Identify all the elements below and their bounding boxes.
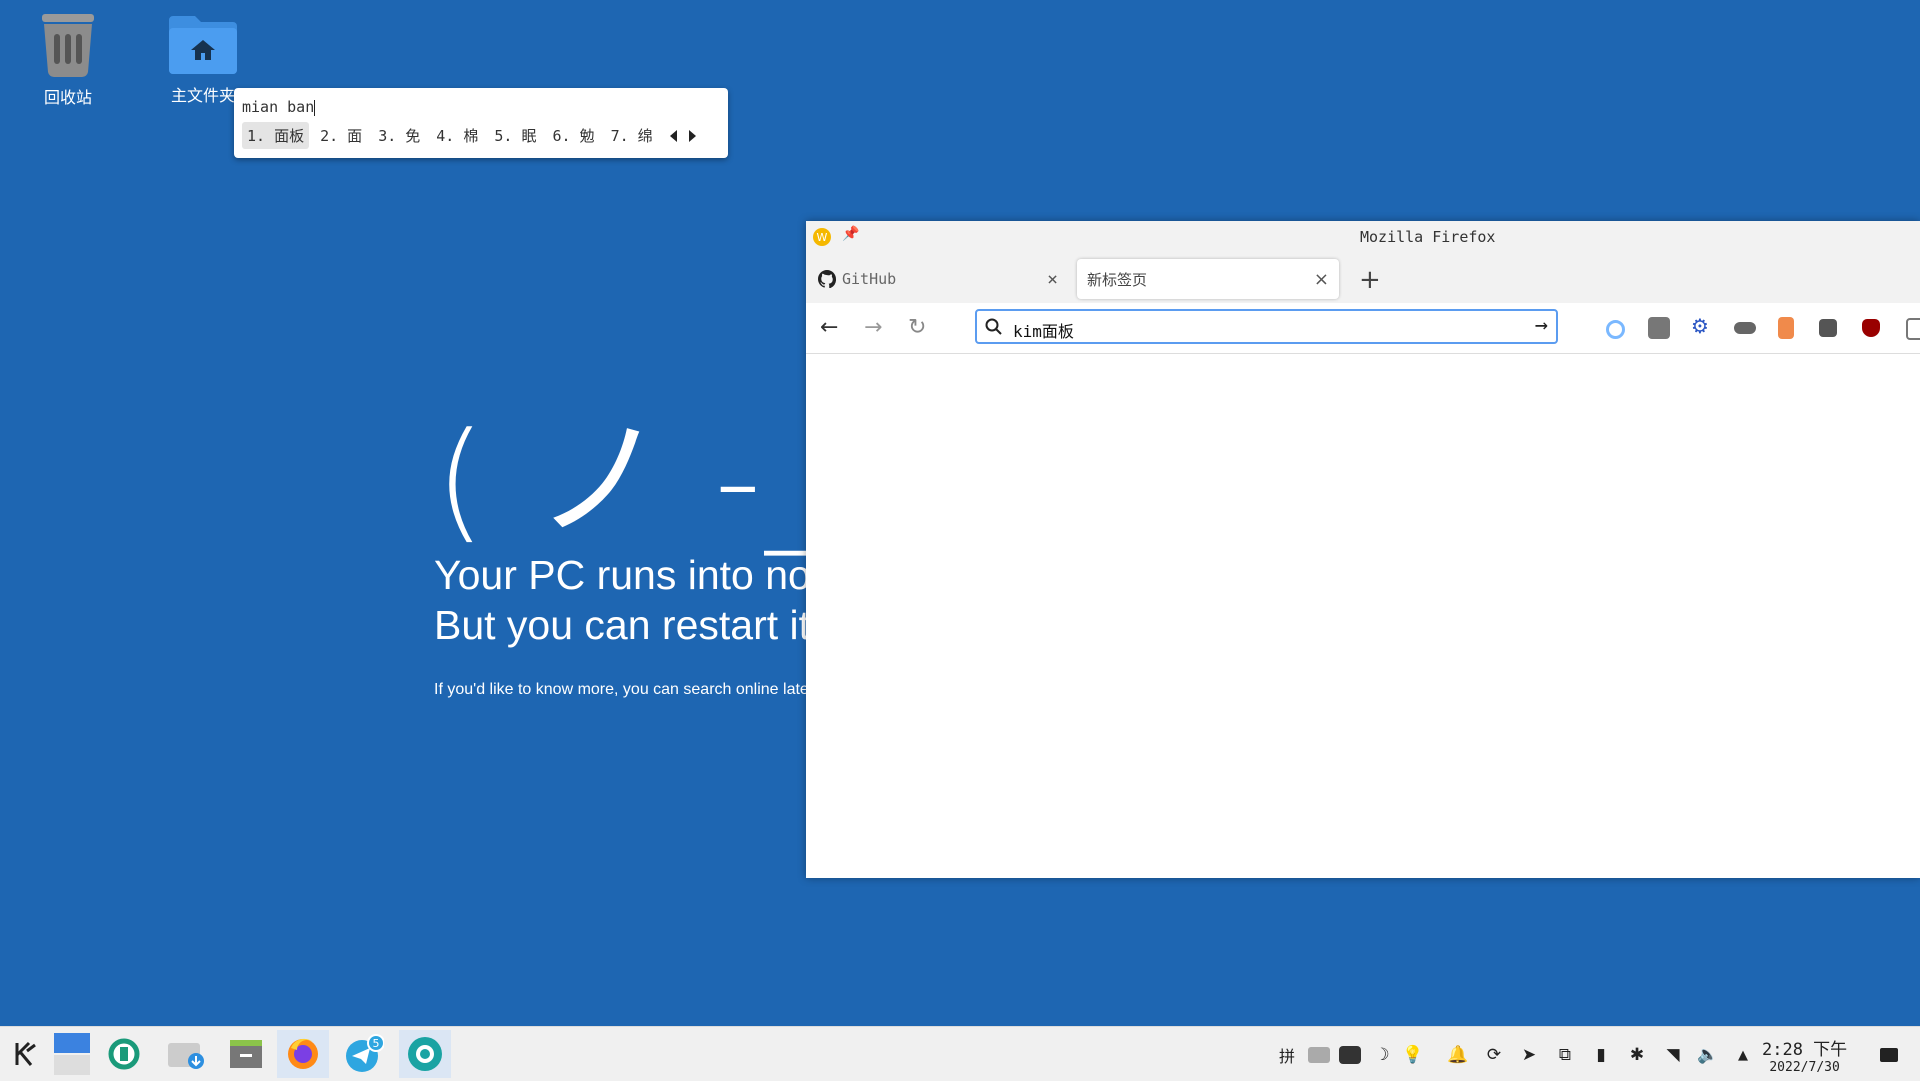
tab-new-tab[interactable]: 新标签页 × xyxy=(1077,259,1339,299)
close-tab-icon[interactable]: × xyxy=(1314,269,1329,290)
ime-candidate[interactable]: 6. 勉 xyxy=(547,122,599,149)
wallpaper-line-1: Your PC runs into no xyxy=(434,552,811,598)
reload-button[interactable]: ↻ xyxy=(908,315,926,340)
clock-time: 2:28 下午 xyxy=(1762,1040,1848,1060)
ime-prev-page-icon[interactable] xyxy=(669,129,677,142)
wallpaper-small-text: If you'd like to know more, you can sear… xyxy=(434,681,815,698)
bell-icon[interactable]: 🔔 xyxy=(1447,1044,1469,1066)
ghost-extension-icon[interactable] xyxy=(1648,317,1670,339)
circle-extension-icon[interactable] xyxy=(1606,320,1625,339)
back-button[interactable]: ← xyxy=(820,315,838,340)
ime-preedit: mian ban xyxy=(242,98,316,116)
telegram-icon[interactable]: 5 xyxy=(338,1030,390,1078)
trash-label: 回收站 xyxy=(43,88,92,107)
overflow-icon[interactable] xyxy=(1906,318,1920,340)
github-icon xyxy=(818,270,836,288)
ime-candidate[interactable]: 2. 面 xyxy=(315,122,367,149)
pin-icon[interactable]: 📌 xyxy=(842,226,859,242)
bulb-icon[interactable]: 💡 xyxy=(1402,1044,1424,1066)
chat-icon[interactable] xyxy=(1339,1046,1361,1064)
close-tab-icon[interactable]: × xyxy=(1047,269,1058,290)
url-bar[interactable]: kim面板 → xyxy=(975,309,1558,344)
clock[interactable]: 2:28 下午 2022/7/30 xyxy=(1762,1035,1847,1075)
ime-candidate[interactable]: 4. 棉 xyxy=(431,122,483,149)
svg-text:W: W xyxy=(817,231,828,244)
downloads-icon[interactable] xyxy=(160,1030,212,1078)
download-extension-icon[interactable] xyxy=(1819,319,1837,337)
bluetooth-icon[interactable]: ✱ xyxy=(1626,1044,1648,1066)
tab-label: GitHub xyxy=(842,270,897,288)
firefox-window: W 📌 Mozilla Firefox GitHub × 新标签页 × + ← … xyxy=(806,221,1920,878)
trash-extension-icon[interactable] xyxy=(1778,317,1794,339)
ime-candidate-popup: mian ban 1. 面板 2. 面 3. 免 4. 棉 5. 眠 6. 勉 … xyxy=(234,88,728,158)
window-menu-icon[interactable]: W xyxy=(812,227,832,247)
navigation-toolbar: ← → ↻ kim面板 → ⚙ xyxy=(806,303,1920,354)
ime-preedit-text: mian ban xyxy=(242,98,315,116)
tab-label: 新标签页 xyxy=(1087,270,1148,289)
volume-icon[interactable]: 🔈 xyxy=(1697,1044,1719,1066)
page-content xyxy=(806,354,1920,878)
ime-next-page-icon[interactable] xyxy=(688,129,696,142)
show-desktop-icon[interactable] xyxy=(1880,1048,1898,1062)
clipboard-icon[interactable]: ⧉ xyxy=(1554,1044,1576,1066)
file-manager-icon[interactable] xyxy=(220,1030,272,1078)
telegram-tray-icon[interactable]: ➤ xyxy=(1518,1044,1540,1066)
settings-icon[interactable] xyxy=(399,1030,451,1078)
new-tab-button[interactable]: + xyxy=(1359,265,1381,295)
go-arrow-icon[interactable]: → xyxy=(1535,313,1548,338)
text-caret xyxy=(314,99,316,116)
trash-icon xyxy=(42,14,94,78)
taskbar: 5 拼 ☽ 💡 🔔 ⟳ ➤ ⧉ ▮ ✱ ◥ 🔈 ▲ 2:28 下午 2022/7… xyxy=(0,1026,1920,1081)
ime-candidate[interactable]: 1. 面板 xyxy=(242,122,310,149)
expand-arrow-icon[interactable]: ▲ xyxy=(1732,1044,1754,1066)
clock-date: 2022/7/30 xyxy=(1769,1060,1840,1075)
hat-extension-icon[interactable] xyxy=(1734,322,1756,334)
telegram-badge: 5 xyxy=(373,1037,380,1050)
tab-strip: GitHub × 新标签页 × + xyxy=(806,253,1920,303)
ime-candidate[interactable]: 3. 免 xyxy=(373,122,425,149)
ime-candidate-list: 1. 面板 2. 面 3. 免 4. 棉 5. 眠 6. 勉 7. 绵 xyxy=(242,122,702,149)
chinese-icon[interactable] xyxy=(1308,1047,1330,1063)
window-title: Mozilla Firefox xyxy=(1360,228,1496,246)
home-folder-icon xyxy=(169,16,237,74)
ime-candidate[interactable]: 7. 绵 xyxy=(606,122,658,149)
desktop-pager-icon[interactable] xyxy=(46,1030,98,1078)
input-method-indicator[interactable]: 拼 xyxy=(1276,1044,1298,1066)
gear-extension-icon[interactable]: ⚙ xyxy=(1691,314,1709,338)
url-bar-value: kim面板 xyxy=(1013,322,1074,341)
wifi-icon[interactable]: ◥ xyxy=(1662,1044,1684,1066)
night-mode-icon[interactable]: ☽ xyxy=(1371,1044,1393,1066)
software-center-icon[interactable] xyxy=(98,1030,150,1078)
battery-icon[interactable]: ▮ xyxy=(1590,1044,1612,1066)
search-icon xyxy=(985,318,1002,335)
ime-candidate[interactable]: 5. 眠 xyxy=(489,122,541,149)
forward-button[interactable]: → xyxy=(864,315,882,340)
trash-desktop-icon[interactable]: 回收站 xyxy=(13,8,123,108)
tab-github[interactable]: GitHub × xyxy=(806,259,1068,299)
ublock-origin-icon[interactable] xyxy=(1862,319,1880,337)
wallpaper-line-2: But you can restart it xyxy=(434,602,811,648)
sync-icon[interactable]: ⟳ xyxy=(1483,1044,1505,1066)
window-titlebar[interactable]: W 📌 Mozilla Firefox xyxy=(806,221,1920,253)
kde-start-icon[interactable] xyxy=(0,1030,52,1078)
firefox-icon[interactable] xyxy=(277,1030,329,1078)
